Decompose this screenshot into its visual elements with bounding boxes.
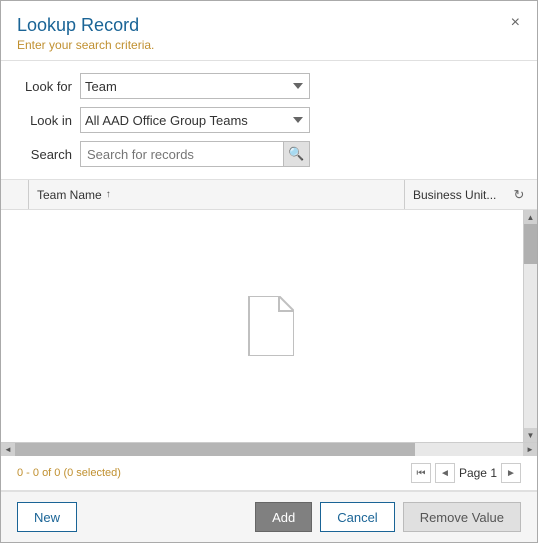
new-button[interactable]: New bbox=[17, 502, 77, 532]
record-count-status: 0 - 0 of 0 (0 selected) bbox=[9, 463, 129, 483]
look-for-wrap: Team bbox=[80, 73, 310, 99]
dialog-footer: New Add Cancel Remove Value bbox=[1, 491, 537, 542]
search-label: Search bbox=[17, 147, 72, 162]
scroll-thumb bbox=[524, 224, 537, 264]
empty-state-icon bbox=[244, 296, 294, 356]
vertical-scrollbar[interactable]: ▲ ▼ bbox=[523, 210, 537, 442]
scroll-track bbox=[524, 224, 537, 428]
hscroll-thumb bbox=[15, 443, 415, 456]
table-body: ▲ ▼ bbox=[1, 210, 537, 442]
look-in-select[interactable]: All AAD Office Group Teams bbox=[80, 107, 310, 133]
search-icon: 🔍 bbox=[288, 146, 304, 162]
sort-arrow-icon: ↑ bbox=[106, 189, 111, 200]
refresh-icon: ↻ bbox=[514, 187, 525, 203]
results-table: Team Name ↑ Business Unit... ↻ ▲ ▼ bbox=[1, 179, 537, 491]
dialog-title: Lookup Record bbox=[17, 15, 521, 36]
team-name-col-header[interactable]: Team Name ↑ bbox=[29, 180, 405, 209]
hscroll-left-button[interactable]: ◄ bbox=[1, 443, 15, 456]
look-for-select[interactable]: Team bbox=[80, 73, 310, 99]
look-for-label: Look for bbox=[17, 79, 72, 94]
look-in-row: Look in All AAD Office Group Teams bbox=[17, 107, 521, 133]
lookup-record-dialog: Lookup Record Enter your search criteria… bbox=[0, 0, 538, 543]
form-section: Look for Team Look in All AAD Office Gro… bbox=[1, 61, 537, 179]
prev-page-button[interactable]: ◄ bbox=[435, 463, 455, 483]
scroll-down-button[interactable]: ▼ bbox=[524, 428, 537, 442]
business-unit-col-header[interactable]: Business Unit... bbox=[405, 180, 505, 209]
look-for-row: Look for Team bbox=[17, 73, 521, 99]
next-page-button[interactable]: ► bbox=[501, 463, 521, 483]
close-button[interactable]: × bbox=[506, 13, 525, 33]
search-wrap: 🔍 bbox=[80, 141, 310, 167]
empty-document-icon bbox=[244, 296, 294, 356]
add-button[interactable]: Add bbox=[255, 502, 312, 532]
remove-value-button[interactable]: Remove Value bbox=[403, 502, 521, 532]
dialog-subtitle: Enter your search criteria. bbox=[17, 38, 521, 52]
hscroll-track bbox=[15, 443, 523, 456]
search-input[interactable] bbox=[81, 142, 283, 166]
scroll-up-button[interactable]: ▲ bbox=[524, 210, 537, 224]
dialog-header: Lookup Record Enter your search criteria… bbox=[1, 1, 537, 61]
first-page-button[interactable]: ⏮ bbox=[411, 463, 431, 483]
hscroll-right-button[interactable]: ► bbox=[523, 443, 537, 456]
pagination: ⏮ ◄ Page 1 ► bbox=[403, 459, 529, 487]
cancel-button[interactable]: Cancel bbox=[320, 502, 394, 532]
look-in-wrap: All AAD Office Group Teams bbox=[80, 107, 310, 133]
page-label: Page 1 bbox=[459, 466, 497, 480]
refresh-button[interactable]: ↻ bbox=[505, 180, 533, 209]
table-header: Team Name ↑ Business Unit... ↻ bbox=[1, 180, 537, 210]
search-button[interactable]: 🔍 bbox=[283, 142, 309, 166]
checkbox-col bbox=[5, 180, 29, 209]
horizontal-scrollbar[interactable]: ◄ ► bbox=[1, 442, 537, 456]
search-row: Search 🔍 bbox=[17, 141, 521, 167]
look-in-label: Look in bbox=[17, 113, 72, 128]
